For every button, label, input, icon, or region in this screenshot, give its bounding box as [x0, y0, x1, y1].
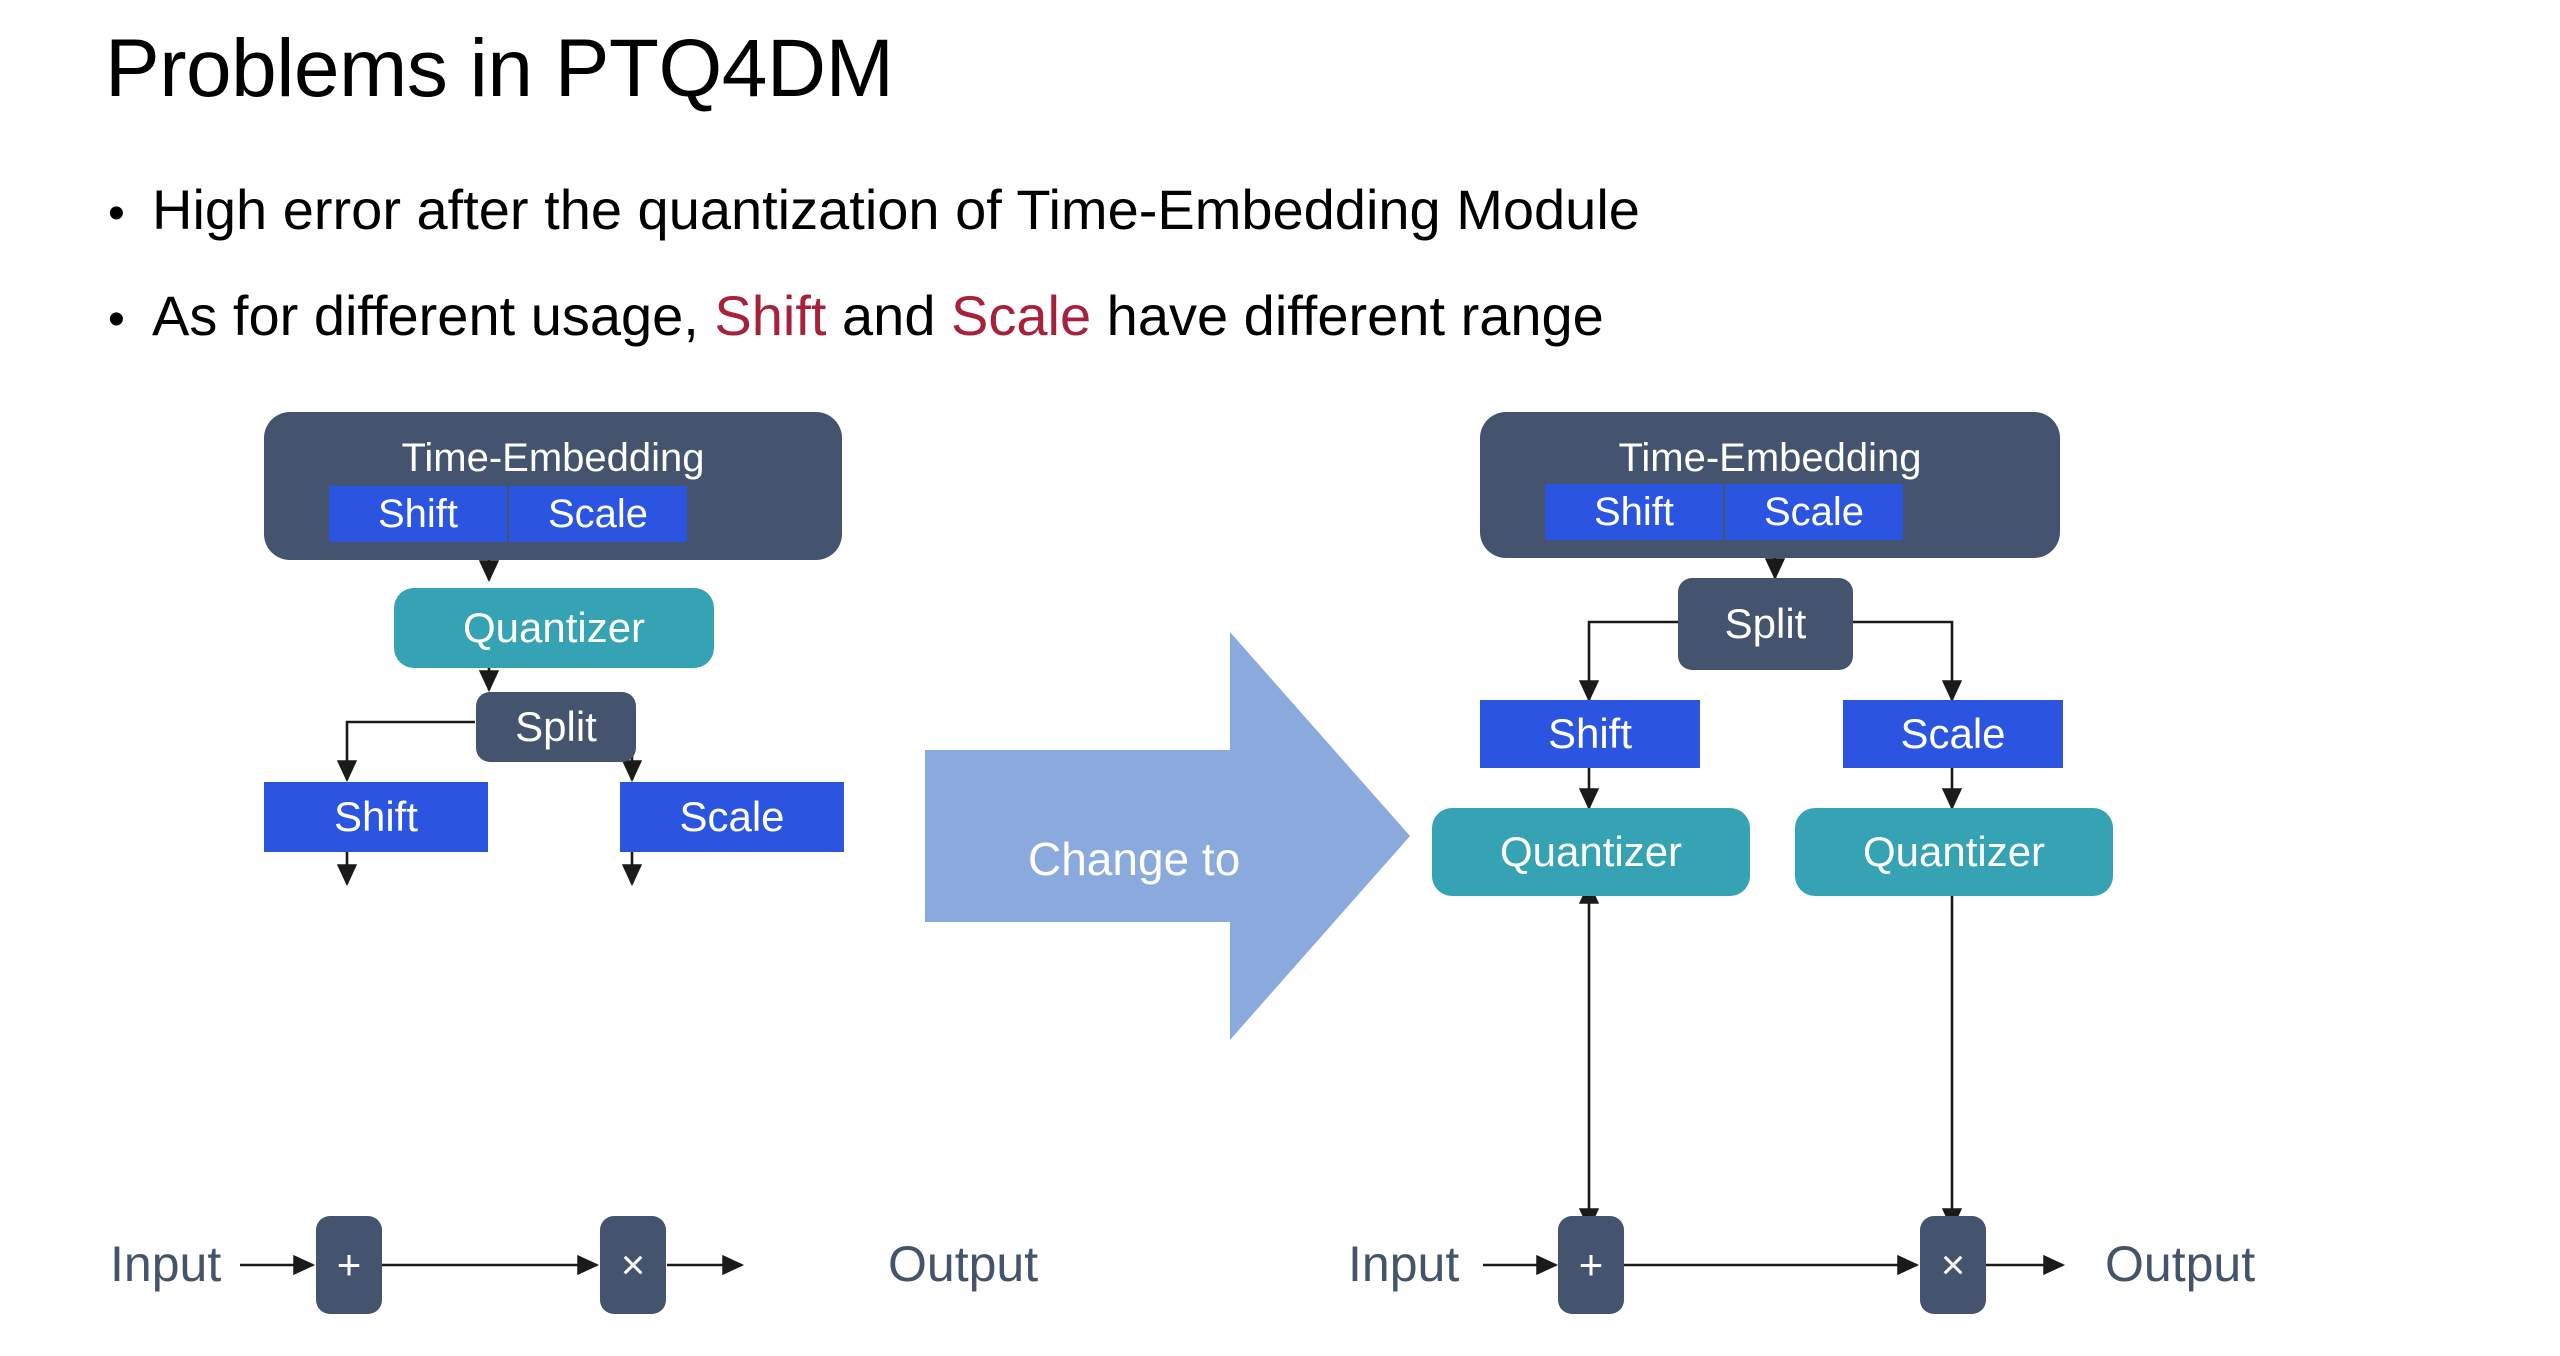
right-quantizer-shift-block[interactable]: Quantizer	[1432, 808, 1750, 896]
right-time-embedding-title: Time-Embedding	[1618, 436, 1922, 480]
right-branch-shift-block[interactable]: Shift	[1480, 700, 1700, 768]
diagram-canvas: Time-Embedding Shift Scale Quantizer Spl…	[0, 0, 2560, 1356]
right-quantizer-scale-block[interactable]: Quantizer	[1795, 808, 2113, 896]
right-te-shift-block[interactable]: Shift	[1545, 484, 1723, 540]
left-input-label: Input	[110, 1236, 222, 1292]
right-output-label: Output	[2105, 1236, 2256, 1292]
right-te-scale-block[interactable]: Scale	[1725, 484, 1903, 540]
left-time-embedding-title: Time-Embedding	[401, 436, 705, 480]
right-input-label: Input	[1348, 1236, 1460, 1292]
right-add-operator[interactable]: +	[1558, 1216, 1624, 1314]
left-quantizer-block[interactable]: Quantizer	[394, 588, 714, 668]
left-output-label: Output	[888, 1236, 1039, 1292]
left-add-operator[interactable]: +	[316, 1216, 382, 1314]
left-te-scale-block[interactable]: Scale	[509, 486, 687, 542]
right-multiply-operator[interactable]: ×	[1920, 1216, 1986, 1314]
left-te-shift-block[interactable]: Shift	[329, 486, 507, 542]
right-branch-scale-block[interactable]: Scale	[1843, 700, 2063, 768]
change-to-label: Change to	[1028, 833, 1241, 885]
left-split-block[interactable]: Split	[476, 692, 636, 762]
right-split-block[interactable]: Split	[1678, 578, 1853, 670]
left-multiply-operator[interactable]: ×	[600, 1216, 666, 1314]
left-branch-scale-block[interactable]: Scale	[620, 782, 844, 852]
left-branch-shift-block[interactable]: Shift	[264, 782, 488, 852]
